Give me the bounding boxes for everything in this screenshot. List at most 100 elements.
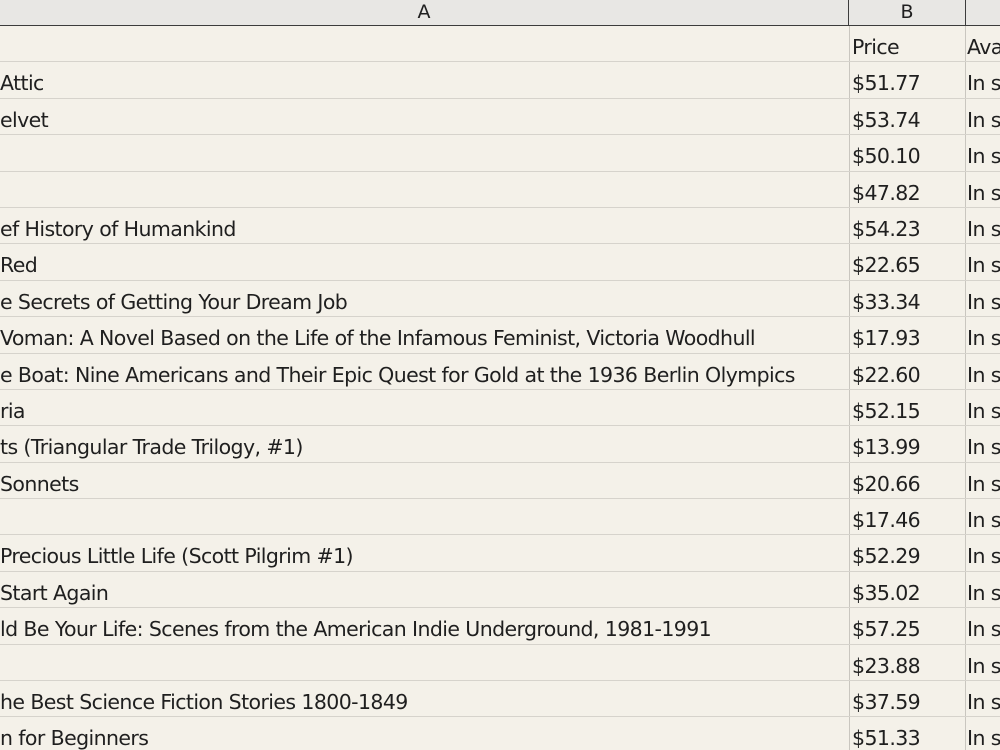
cell-title[interactable]: n for Beginners xyxy=(0,717,849,750)
table-row: Precious Little Life (Scott Pilgrim #1) $… xyxy=(0,535,1000,572)
cell-title[interactable]: ria xyxy=(0,390,849,425)
column-header-b[interactable]: B xyxy=(849,0,966,25)
table-row: ts (Triangular Trade Trilogy, #1) $13.99 I… xyxy=(0,426,1000,463)
cell-title[interactable]: ts (Triangular Trade Trilogy, #1) xyxy=(0,426,849,461)
table-row: e Secrets of Getting Your Dream Job $33.3… xyxy=(0,280,1000,318)
table-row: e Boat: Nine Americans and Their Epic Qu… xyxy=(0,353,1000,390)
cell-availability[interactable]: In s xyxy=(966,281,1000,316)
cell-title[interactable]: Red xyxy=(0,244,849,279)
cell-title-text: he Best Science Fiction Stories 1800-184… xyxy=(0,690,408,715)
cell-title-text: Voman: A Novel Based on the Life of the … xyxy=(0,326,756,351)
table-row: $23.88 In s xyxy=(0,644,1000,682)
cell-title[interactable]: Voman: A Novel Based on the Life of the … xyxy=(0,317,849,352)
cell-title[interactable] xyxy=(0,499,849,534)
cell-availability[interactable]: In s xyxy=(966,390,1000,425)
cell-price[interactable]: $51.77 xyxy=(849,62,966,98)
cell-price[interactable]: $52.15 xyxy=(849,389,966,426)
cell-title[interactable] xyxy=(0,135,849,170)
table-row: $47.82 In s xyxy=(0,171,1000,208)
cell-title-text: ef History of Humankind xyxy=(0,216,236,241)
table-row: ld Be Your Life: Scenes from the America… xyxy=(0,608,1000,645)
cell-availability[interactable]: In s xyxy=(966,572,1000,607)
table-row: Start Again $35.02 In s xyxy=(0,571,1000,609)
cell-title-text: Attic xyxy=(0,71,44,96)
cell-availability[interactable]: In s xyxy=(966,535,1000,570)
table-row: Voman: A Novel Based on the Life of the … xyxy=(0,317,1000,354)
cell-title[interactable]: Sonnets xyxy=(0,463,849,498)
cell-title[interactable]: ld Be Your Life: Scenes from the America… xyxy=(0,608,849,643)
cell-title-text: e Boat: Nine Americans and Their Epic Qu… xyxy=(0,362,795,387)
cell-title[interactable]: elvet xyxy=(0,99,849,134)
cell-availability[interactable]: In s xyxy=(966,426,1000,461)
cell-availability[interactable]: In s xyxy=(966,717,1000,750)
cell-price[interactable]: $53.74 xyxy=(849,98,966,135)
cell-price[interactable]: $35.02 xyxy=(849,571,966,608)
cell-title-text: ld Be Your Life: Scenes from the America… xyxy=(0,617,712,642)
cell-availability[interactable]: In s xyxy=(966,99,1000,134)
cell-price[interactable]: $33.34 xyxy=(849,280,966,317)
column-header-a[interactable]: A xyxy=(0,0,849,25)
cell-availability[interactable]: In s xyxy=(966,354,1000,389)
cell-title[interactable]: Start Again xyxy=(0,572,849,607)
cell-title[interactable]: ef History of Humankind xyxy=(0,208,849,243)
cell-availability-header[interactable]: Ava xyxy=(966,26,1000,61)
cell-title-text: n for Beginners xyxy=(0,726,149,750)
cell-title-text: elvet xyxy=(0,107,49,132)
cell-title-header[interactable] xyxy=(0,26,849,61)
cell-title[interactable]: Precious Little Life (Scott Pilgrim #1) xyxy=(0,535,849,570)
cell-availability[interactable]: In s xyxy=(966,645,1000,680)
table-row: he Best Science Fiction Stories 1800-184… xyxy=(0,681,1000,718)
cell-price[interactable]: $37.59 xyxy=(849,681,966,717)
cell-price-header[interactable]: Price xyxy=(849,26,966,62)
cell-price[interactable]: $17.46 xyxy=(849,499,966,535)
table-row: $50.10 In s xyxy=(0,135,1000,172)
cell-title-text: e Secrets of Getting Your Dream Job xyxy=(0,289,348,314)
table-row: Sonnets $20.66 In s xyxy=(0,462,1000,500)
cell-title-text: Red xyxy=(0,253,38,278)
column-header-row: A B xyxy=(0,0,1000,26)
cell-price[interactable]: $47.82 xyxy=(849,171,966,207)
cell-price[interactable]: $51.33 xyxy=(849,717,966,750)
cell-price[interactable]: $22.60 xyxy=(849,353,966,389)
cell-price[interactable]: $17.93 xyxy=(849,317,966,353)
table-row: Attic $51.77 In s xyxy=(0,62,1000,99)
cell-title[interactable] xyxy=(0,172,849,207)
cell-title[interactable]: e Boat: Nine Americans and Their Epic Qu… xyxy=(0,354,849,389)
cell-price[interactable]: $23.88 xyxy=(849,644,966,681)
cell-grid: Price Ava Attic $51.77 In s elvet $53.74 In s… xyxy=(0,26,1000,750)
cell-price[interactable]: $57.25 xyxy=(849,608,966,644)
cell-availability[interactable]: In s xyxy=(966,135,1000,170)
cell-availability[interactable]: In s xyxy=(966,208,1000,243)
cell-title-text: ts (Triangular Trade Trilogy, #1) xyxy=(0,435,303,460)
header-row: Price Ava xyxy=(0,26,1000,63)
cell-title[interactable]: e Secrets of Getting Your Dream Job xyxy=(0,281,849,316)
cell-price[interactable]: $22.65 xyxy=(849,244,966,280)
cell-availability[interactable]: In s xyxy=(966,608,1000,643)
spreadsheet: A B Price Ava Attic $51.77 In s elvet $53.74… xyxy=(0,0,1000,750)
cell-availability[interactable]: In s xyxy=(966,463,1000,498)
cell-price[interactable]: $52.29 xyxy=(849,535,966,571)
cell-availability[interactable]: In s xyxy=(966,244,1000,279)
cell-availability[interactable]: In s xyxy=(966,317,1000,352)
cell-title-text: Sonnets xyxy=(0,471,79,496)
table-row: ria $52.15 In s xyxy=(0,389,1000,427)
cell-price[interactable]: $13.99 xyxy=(849,426,966,462)
cell-availability[interactable]: In s xyxy=(966,172,1000,207)
cell-availability[interactable]: In s xyxy=(966,681,1000,716)
table-row: n for Beginners $51.33 In s xyxy=(0,717,1000,750)
cell-availability[interactable]: In s xyxy=(966,499,1000,534)
table-row: $17.46 In s xyxy=(0,499,1000,536)
cell-title[interactable] xyxy=(0,645,849,680)
cell-title[interactable]: he Best Science Fiction Stories 1800-184… xyxy=(0,681,849,716)
table-row: elvet $53.74 In s xyxy=(0,98,1000,136)
cell-title[interactable]: Attic xyxy=(0,62,849,97)
cell-price[interactable]: $54.23 xyxy=(849,207,966,244)
column-header-c[interactable] xyxy=(966,0,1000,25)
cell-price[interactable]: $50.10 xyxy=(849,135,966,171)
cell-title-text: Start Again xyxy=(0,580,109,605)
cell-availability[interactable]: In s xyxy=(966,62,1000,97)
cell-title-text: ria xyxy=(0,398,25,423)
cell-title-text: Precious Little Life (Scott Pilgrim #1) xyxy=(0,544,354,569)
table-row: ef History of Humankind $54.23 In s xyxy=(0,207,1000,245)
cell-price[interactable]: $20.66 xyxy=(849,462,966,499)
